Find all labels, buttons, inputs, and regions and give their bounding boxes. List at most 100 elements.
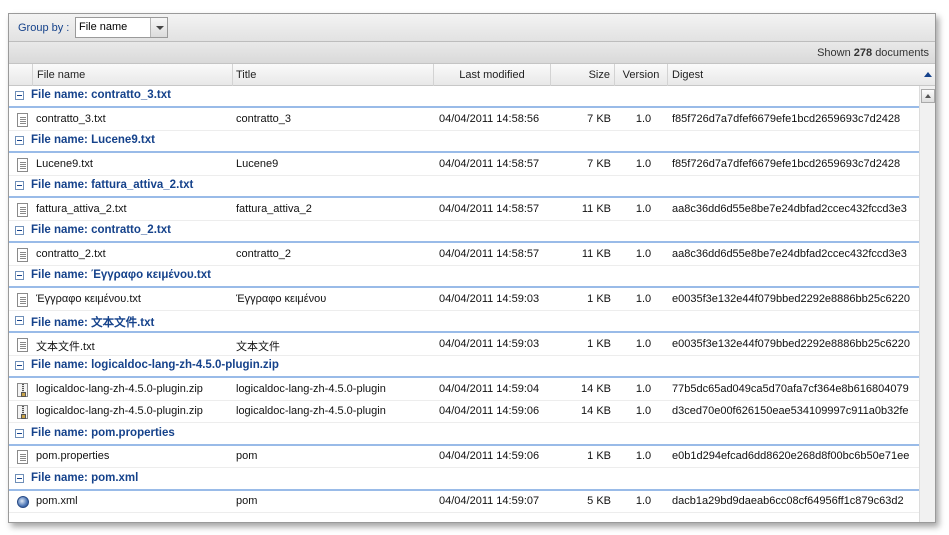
text-file-icon [17,338,28,352]
collapse-group-icon[interactable] [15,136,24,145]
digest-cell: f85f726d7a7dfef6679efe1bcd2659693c7d2428 [672,113,901,125]
group-header-row[interactable]: File name: pom.xml [9,469,919,491]
size-cell: 14 KB [581,405,611,417]
file-name-cell: Έγγραφο κειμένου.txt [36,293,141,305]
group-header-row[interactable]: File name: Έγγραφο κειμένου.txt [9,266,919,288]
collapse-group-icon[interactable] [15,226,24,235]
shown-suffix: documents [875,47,929,59]
title-cell: pom [236,495,258,507]
group-by-select[interactable]: File name [75,17,168,38]
column-header-title[interactable]: Title [233,64,434,86]
file-name-cell: logicaldoc-lang-zh-4.5.0-plugin.zip [36,383,203,395]
zip-file-icon [17,405,28,419]
digest-cell: dacb1a29bd9daeab6cc08cf64956ff1c879c63d2 [672,495,904,507]
group-header-row[interactable]: File name: contratto_2.txt [9,221,919,243]
collapse-group-icon[interactable] [15,181,24,190]
file-type-cell [15,382,29,398]
collapse-group-icon[interactable] [15,474,24,483]
file-name-cell: Lucene9.txt [36,158,93,170]
digest-cell: d3ced70e00f626150eae534109997c911a0b32fe [672,405,909,417]
file-name-cell: pom.xml [36,495,78,507]
title-cell: logicaldoc-lang-zh-4.5.0-plugin [236,405,386,417]
file-type-cell [15,247,29,263]
last-modified-cell: 04/04/2011 14:59:04 [439,383,540,395]
text-file-icon [17,158,28,172]
digest-cell: aa8c36dd6d55e8be7e24dbfad2ccec432fccd3e3 [672,203,907,215]
group-header-row[interactable]: File name: 文本文件.txt [9,311,919,333]
version-cell: 1.0 [635,203,652,215]
file-type-cell [15,449,29,465]
column-header-digest[interactable]: Digest [668,64,935,86]
column-header-size[interactable]: Size [551,64,615,86]
digest-cell: e0035f3e132e44f079bbed2292e8886bb25c6220 [672,293,910,305]
table-row[interactable]: 文本文件.txt 文本文件 04/04/2011 14:59:03 1 KB 1.0 e0… [9,334,919,356]
size-cell: 14 KB [581,383,611,395]
title-cell: contratto_3 [236,113,292,125]
chevron-down-icon[interactable] [150,18,167,37]
digest-cell: 77b5dc65ad049ca5d70afa7cf364e8b616804079 [672,383,909,395]
size-cell: 1 KB [587,293,611,305]
file-type-cell [15,202,29,218]
xml-file-icon [17,496,29,508]
group-header-row[interactable]: File name: logicaldoc-lang-zh-4.5.0-plug… [9,356,919,378]
column-header-last-modified[interactable]: Last modified [434,64,551,86]
title-cell: 文本文件 [236,341,280,353]
table-row[interactable]: contratto_3.txt contratto_3 04/04/2011 14:… [9,109,919,131]
table-row[interactable]: logicaldoc-lang-zh-4.5.0-plugin.zip logic… [9,379,919,401]
collapse-group-icon[interactable] [15,316,24,325]
collapse-group-icon[interactable] [15,361,24,370]
text-file-icon [17,203,28,217]
icon-column-header[interactable] [9,64,33,86]
file-type-cell [15,157,29,173]
scroll-up-icon[interactable] [921,89,935,103]
grouping-toolbar: Group by : File name [9,14,935,42]
digest-cell: e0b1d294efcad6dd8620e268d8f00bc6b50e71ee [672,450,910,462]
version-cell: 1.0 [635,450,652,462]
table-row[interactable]: logicaldoc-lang-zh-4.5.0-plugin.zip logic… [9,401,919,423]
table-row[interactable]: Έγγραφο κειμένου.txt Έγγραφο κειμένου 04/0… [9,289,919,311]
group-label: File name: pom.xml [31,472,139,484]
last-modified-cell: 04/04/2011 14:59:03 [439,293,540,305]
collapse-group-icon[interactable] [15,271,24,280]
table-row[interactable]: fattura_attiva_2.txt fattura_attiva_2 04/0… [9,199,919,221]
title-cell: fattura_attiva_2 [236,203,312,215]
group-header-row[interactable]: File name: contratto_3.txt [9,86,919,108]
documents-grid-window: Group by : File name Shown 278 documents… [8,13,936,523]
title-cell: Έγγραφο κειμένου [236,293,327,305]
vertical-scrollbar[interactable] [919,86,935,522]
last-modified-cell: 04/04/2011 14:58:56 [439,113,540,125]
documents-count: 278 [853,47,873,59]
title-cell: contratto_2 [236,248,292,260]
title-cell: logicaldoc-lang-zh-4.5.0-plugin [236,383,386,395]
table-row[interactable]: pom.properties pom 04/04/2011 14:59:06 1 KB… [9,446,919,468]
sort-ascending-icon[interactable] [924,72,932,77]
column-header-file-name[interactable]: File name [33,64,233,86]
group-by-selected-value: File name [79,21,128,33]
digest-cell: aa8c36dd6d55e8be7e24dbfad2ccec432fccd3e3 [672,248,907,260]
text-file-icon [17,293,28,307]
zip-file-icon [17,383,28,397]
text-file-icon [17,248,28,262]
group-header-row[interactable]: File name: fattura_attiva_2.txt [9,176,919,198]
version-cell: 1.0 [635,248,652,260]
column-header-version[interactable]: Version [615,64,668,86]
last-modified-cell: 04/04/2011 14:59:07 [439,495,540,507]
group-label: File name: Έγγραφο κειμένου.txt [31,269,211,281]
group-header-row[interactable]: File name: pom.properties [9,424,919,446]
title-cell: pom [236,450,258,462]
last-modified-cell: 04/04/2011 14:58:57 [439,203,540,215]
size-cell: 5 KB [587,495,611,507]
table-row[interactable]: contratto_2.txt contratto_2 04/04/2011 14:… [9,244,919,266]
last-modified-cell: 04/04/2011 14:58:57 [439,158,540,170]
last-modified-cell: 04/04/2011 14:59:03 [439,338,540,350]
table-row[interactable]: Lucene9.txt Lucene9 04/04/2011 14:58:57 7 K… [9,154,919,176]
version-cell: 1.0 [635,293,652,305]
title-cell: Lucene9 [236,158,279,170]
collapse-group-icon[interactable] [15,91,24,100]
version-cell: 1.0 [635,405,652,417]
table-row[interactable]: pom.xml pom 04/04/2011 14:59:07 5 KB 1.0 dacb… [9,491,919,513]
size-cell: 1 KB [587,450,611,462]
group-header-row[interactable]: File name: Lucene9.txt [9,131,919,153]
collapse-group-icon[interactable] [15,429,24,438]
size-cell: 7 KB [587,158,611,170]
